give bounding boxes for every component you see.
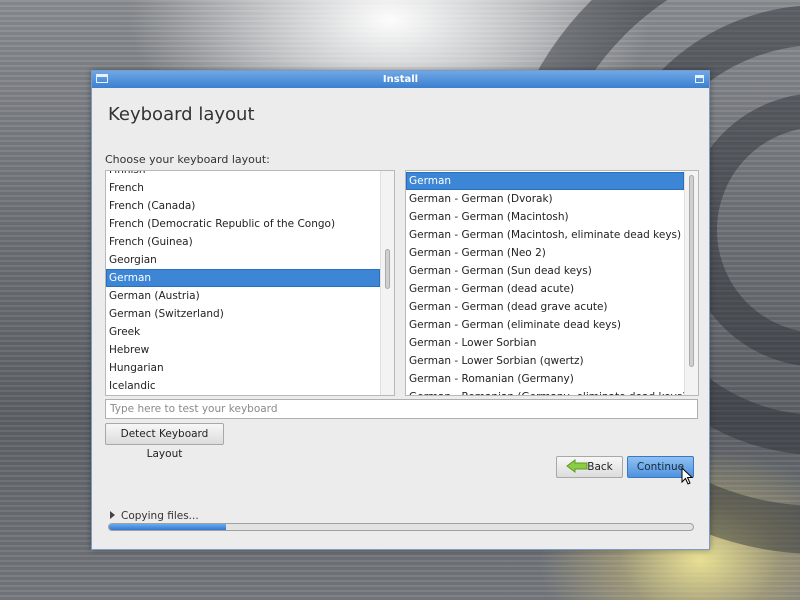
layout-list-item[interactable]: French (Canada) bbox=[106, 197, 380, 215]
variant-list-item[interactable]: German - German (Sun dead keys) bbox=[406, 262, 684, 280]
back-button-label: Back bbox=[587, 461, 613, 473]
variant-list-item[interactable]: German - Romanian (Germany, eliminate de… bbox=[406, 388, 686, 395]
back-button[interactable]: Back bbox=[556, 456, 623, 478]
layout-list-item[interactable]: French (Guinea) bbox=[106, 233, 380, 251]
layout-list-scrollbar[interactable] bbox=[380, 171, 394, 395]
title-bar: Install bbox=[92, 71, 709, 88]
layout-list-item[interactable]: French bbox=[106, 179, 380, 197]
detect-layout-button[interactable]: Detect Keyboard Layout bbox=[105, 423, 224, 460]
layout-list-scroll-thumb[interactable] bbox=[385, 249, 390, 289]
layout-list-item[interactable]: Finnish bbox=[106, 171, 380, 179]
variant-list-item[interactable]: German - German (dead acute) bbox=[406, 280, 684, 298]
layout-list-item[interactable]: Hungarian bbox=[106, 359, 380, 377]
variant-list-item[interactable]: German bbox=[406, 172, 684, 190]
variant-items: German German - German (Dvorak) German - G… bbox=[406, 172, 686, 395]
variant-list-scrollbar[interactable] bbox=[684, 171, 698, 395]
variant-list-item[interactable]: German - German (dead grave acute) bbox=[406, 298, 684, 316]
copying-files-expander[interactable]: Copying files... bbox=[110, 510, 199, 522]
window-menu-icon[interactable] bbox=[96, 74, 108, 83]
variant-list-item[interactable]: German - German (Macintosh, eliminate de… bbox=[406, 226, 684, 244]
layout-items: Finnish French French (Canada) French (Demo… bbox=[106, 171, 380, 395]
variant-list-item[interactable]: German - German (Dvorak) bbox=[406, 190, 684, 208]
keyboard-layout-list[interactable]: Finnish French French (Canada) French (Demo… bbox=[105, 170, 395, 396]
variant-list-item[interactable]: German - Lower Sorbian bbox=[406, 334, 684, 352]
keyboard-variant-list[interactable]: German German - German (Dvorak) German - G… bbox=[405, 170, 699, 396]
mouse-pointer-icon bbox=[681, 467, 693, 485]
page-title: Keyboard layout bbox=[108, 104, 255, 125]
variant-list-item[interactable]: German - German (Neo 2) bbox=[406, 244, 684, 262]
layout-list-item[interactable]: Hebrew bbox=[106, 341, 380, 359]
back-arrow-icon bbox=[566, 459, 588, 473]
layout-list-item[interactable]: Georgian bbox=[106, 251, 380, 269]
variant-list-item[interactable]: German - German (eliminate dead keys) bbox=[406, 316, 684, 334]
layout-list-item[interactable]: German (Austria) bbox=[106, 287, 380, 305]
layout-list-item[interactable]: French (Democratic Republic of the Congo… bbox=[106, 215, 380, 233]
variant-list-item[interactable]: German - Lower Sorbian (qwertz) bbox=[406, 352, 684, 370]
layout-list-item[interactable]: Greek bbox=[106, 323, 380, 341]
layout-list-item[interactable]: German bbox=[106, 269, 380, 287]
keyboard-test-input[interactable] bbox=[105, 399, 698, 419]
progress-fill bbox=[109, 524, 226, 530]
variant-list-scroll-thumb[interactable] bbox=[689, 175, 694, 367]
window-title: Install bbox=[382, 74, 419, 85]
install-progress-bar bbox=[108, 523, 694, 531]
copying-files-label: Copying files... bbox=[121, 510, 199, 522]
layout-list-item[interactable]: German (Switzerland) bbox=[106, 305, 380, 323]
layout-list-item[interactable]: Icelandic bbox=[106, 377, 380, 395]
variant-list-item[interactable]: German - German (Macintosh) bbox=[406, 208, 684, 226]
choose-layout-label: Choose your keyboard layout: bbox=[105, 153, 270, 166]
maximize-icon[interactable] bbox=[695, 75, 704, 83]
expander-arrow-icon bbox=[110, 511, 115, 519]
variant-list-item[interactable]: German - Romanian (Germany) bbox=[406, 370, 684, 388]
installer-window: Install Keyboard layout Choose your keyb… bbox=[91, 70, 710, 550]
